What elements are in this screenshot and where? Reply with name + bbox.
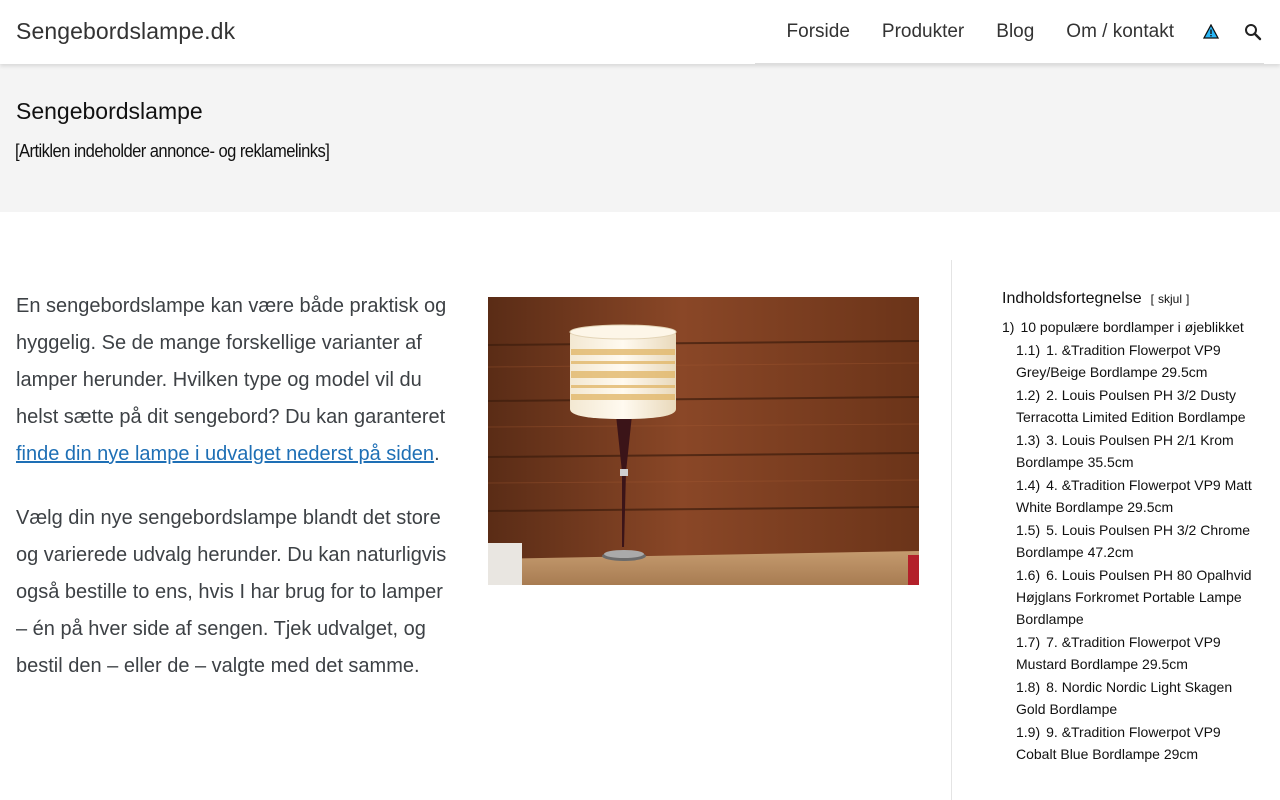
warning-icon[interactable] [1200,21,1222,43]
toc-item[interactable]: 1.7) 7. &Tradition Flowerpot VP9 Mustard … [1002,631,1252,675]
toc-hide-button[interactable]: skjul [1158,292,1182,306]
toc-item[interactable]: 1.5) 5. Louis Poulsen PH 3/2 Chrome Bordl… [1002,519,1252,563]
toc-item[interactable]: 1.8) 8. Nordic Nordic Light Skagen Gold B… [1002,676,1252,720]
site-title-link[interactable]: Sengebordslampe.dk [16,18,235,45]
toc-list: 1) 10 populære bordlamper i øjeblikket 1.… [1002,316,1252,765]
toc-item[interactable]: 1.9) 9. &Tradition Flowerpot VP9 Cobalt B… [1002,721,1252,765]
product-list-link[interactable]: finde din nye lampe i udvalget nederst p… [16,443,434,465]
toc-item[interactable]: 1.3) 3. Louis Poulsen PH 2/1 Krom Bordlam… [1002,429,1252,473]
nav-item-produkter[interactable]: Produkter [882,21,964,43]
intro-text: En sengebordslampe kan være både praktis… [16,288,456,712]
nav-item-om-kontakt[interactable]: Om / kontakt [1066,21,1174,43]
main-nav: Forside Produkter Blog Om / kontakt [754,0,1264,64]
toc-item[interactable]: 1) 10 populære bordlamper i øjeblikket [1002,316,1252,338]
sidebar-divider [951,260,952,800]
toc-header: Indholdsfortegnelse [skjul] [1002,290,1252,308]
intro-paragraph-1: En sengebordslampe kan være både praktis… [16,295,447,465]
toc-item[interactable]: 1.2) 2. Louis Poulsen PH 3/2 Dusty Terrac… [1002,384,1252,428]
toc-title: Indholdsfortegnelse [1002,290,1142,307]
title-band: Sengebordslampe [Artiklen indeholder ann… [0,64,1280,212]
ad-disclaimer: [Artiklen indeholder annonce- og reklame… [15,141,330,161]
toc-item[interactable]: 1.4) 4. &Tradition Flowerpot VP9 Matt Whi… [1002,474,1252,518]
search-icon[interactable] [1242,21,1264,43]
nav-item-forside[interactable]: Forside [787,21,850,43]
intro-paragraph-2: Vælg din nye sengebordslampe blandt det … [16,507,447,677]
nav-item-blog[interactable]: Blog [996,21,1034,43]
site-header: Sengebordslampe.dk Forside Produkter Blo… [0,0,1280,64]
bedside-lamp-photo [488,297,919,585]
page-title: Sengebordslampe [16,98,203,124]
toc-toggle: [skjul] [1150,292,1190,306]
toc-item[interactable]: 1.6) 6. Louis Poulsen PH 80 Opalhvid Højg… [1002,564,1252,630]
table-of-contents: Indholdsfortegnelse [skjul] 1) 10 populær… [1002,290,1252,766]
toc-item[interactable]: 1.1) 1. &Tradition Flowerpot VP9 Grey/Bei… [1002,339,1252,383]
